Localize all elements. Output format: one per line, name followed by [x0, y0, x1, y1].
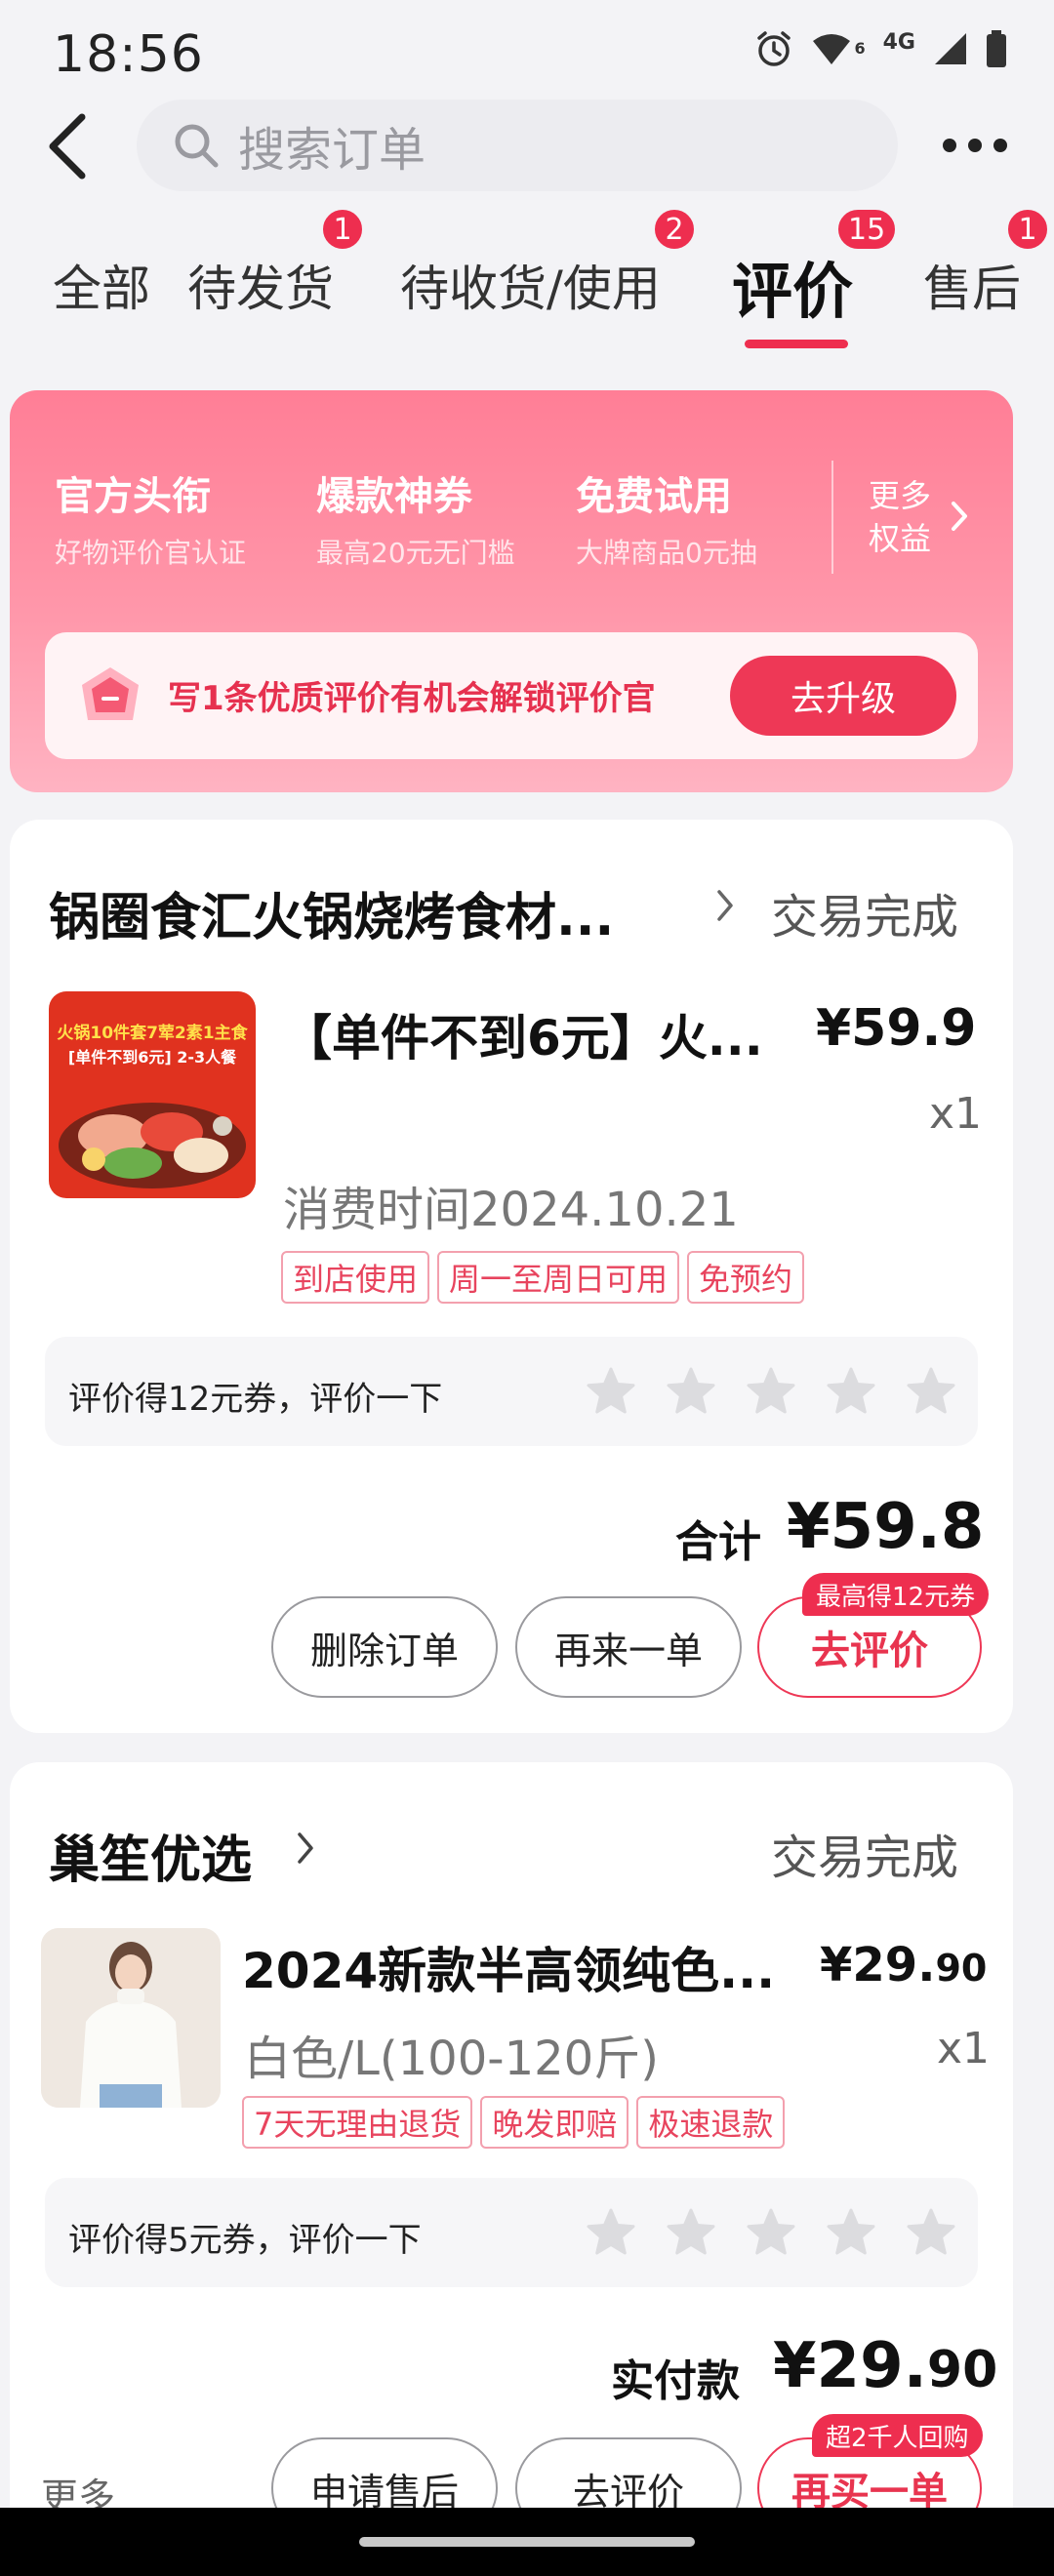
total-label: 实付款: [611, 2356, 740, 2406]
repurchase-badge: 超2千人回购: [812, 2414, 983, 2457]
alarm-icon: [757, 31, 791, 66]
tab-badge: 2: [652, 207, 697, 252]
upgrade-button[interactable]: 去升级: [730, 656, 956, 736]
chevron-left-icon: [49, 113, 86, 180]
benefit-title: 爆款神券: [316, 474, 472, 519]
dot-icon: [993, 139, 1007, 152]
benefit-title: 免费试用: [576, 474, 732, 519]
product-variant: 白色/L(100-120斤): [244, 2032, 659, 2086]
star-icon[interactable]: [666, 2207, 716, 2258]
image-headline: 火锅10件套7荤2素1主食: [57, 1024, 248, 1043]
back-button[interactable]: [43, 109, 92, 183]
product-price: ¥29.90: [820, 1938, 987, 1992]
product-image[interactable]: 火锅10件套7荤2素1主食 [单件不到6元] 2-3人餐: [49, 991, 256, 1198]
more-options-button[interactable]: [943, 121, 1007, 170]
status-time: 18:56: [53, 25, 204, 84]
network-label: 4G: [882, 29, 915, 55]
star-icon[interactable]: [906, 1366, 956, 1417]
dot-icon: [943, 139, 956, 152]
order-status: 交易完成: [771, 890, 959, 945]
product-image[interactable]: [41, 1928, 221, 2108]
product-quantity: x1: [929, 1089, 983, 1139]
star-icon[interactable]: [826, 2207, 876, 2258]
tab-to-receive[interactable]: 待收货/使用: [400, 250, 661, 320]
service-tag: 周一至周日可用: [437, 1251, 680, 1304]
tab-all[interactable]: 全部: [53, 250, 150, 320]
tab-badge: 1: [320, 207, 365, 252]
more-rights-line1: 更多: [869, 477, 932, 514]
search-icon: [175, 124, 219, 168]
total-main: ¥29.: [773, 2330, 927, 2402]
product-title[interactable]: 2024新款半高领纯色...: [242, 1932, 775, 2002]
search-input[interactable]: 搜索订单: [137, 100, 898, 191]
tab-active-indicator: [745, 340, 848, 348]
benefit-title: 官方头衔: [55, 474, 211, 519]
search-placeholder: 搜索订单: [238, 123, 426, 178]
benefit-subtitle: 最高20元无门槛: [316, 537, 515, 569]
battery-icon: [987, 30, 1006, 67]
tab-review[interactable]: 评价: [732, 242, 853, 330]
star-icon[interactable]: [906, 2207, 956, 2258]
chevron-right-icon: [298, 1832, 313, 1864]
price-decimal: 90: [935, 1947, 988, 1990]
product-price: ¥59.9: [816, 999, 977, 1058]
product-quantity: x1: [937, 2024, 991, 2073]
chevron-right-icon: [952, 502, 967, 531]
price-main: ¥29.: [820, 1938, 936, 1992]
star-icon[interactable]: [746, 2207, 796, 2258]
star-icon[interactable]: [826, 1366, 876, 1417]
rating-stars[interactable]: [586, 2207, 956, 2258]
delete-order-button[interactable]: 删除订单: [271, 1596, 498, 1698]
image-subline: [单件不到6元] 2-3人餐: [67, 1048, 237, 1067]
wifi-label: 6: [854, 39, 866, 58]
service-tags: 到店使用 周一至周日可用 免预约: [281, 1251, 805, 1304]
clothing-model-image: [41, 1928, 221, 2108]
tab-badge: 15: [835, 207, 899, 252]
upgrade-text: 写1条优质评价有机会解锁评价官: [168, 679, 656, 718]
star-icon[interactable]: [666, 1366, 716, 1417]
review-prompt: 评价得12元券，评价一下: [68, 1380, 443, 1419]
benefit-subtitle: 大牌商品0元抽: [576, 537, 757, 569]
total-amount: ¥59.8: [787, 1491, 985, 1563]
service-tags: 7天无理由退货 晚发即赔 极速退款: [242, 2096, 786, 2149]
store-name[interactable]: 巢笙优选: [49, 1819, 252, 1892]
benefit-subtitle: 好物评价官认证: [55, 537, 247, 569]
chevron-right-icon: [717, 890, 733, 921]
service-tag: 免预约: [687, 1251, 805, 1304]
service-tag: 晚发即赔: [480, 2096, 629, 2149]
total-label: 合计: [675, 1517, 761, 1567]
food-platter-image: [59, 1103, 246, 1188]
tab-badge: 1: [1005, 207, 1050, 252]
total-decimal: 90: [926, 2341, 998, 2399]
wifi-icon: [813, 34, 851, 64]
store-name[interactable]: 锅圈食汇火锅烧烤食材...: [49, 876, 614, 949]
dot-icon: [968, 139, 982, 152]
divider: [831, 461, 833, 574]
home-indicator[interactable]: [359, 2537, 695, 2547]
service-tag: 极速退款: [636, 2096, 786, 2149]
order-status: 交易完成: [771, 1831, 959, 1885]
more-rights-link[interactable]: 更多 权益: [869, 474, 931, 560]
more-rights-line2: 权益: [869, 520, 932, 557]
service-tag: 7天无理由退货: [242, 2096, 473, 2149]
review-prompt: 评价得5元券，评价一下: [68, 2221, 422, 2260]
star-icon[interactable]: [586, 1366, 636, 1417]
reorder-button[interactable]: 再来一单: [515, 1596, 742, 1698]
product-title[interactable]: 【单件不到6元】火...: [283, 999, 763, 1069]
tab-after-sales[interactable]: 售后: [923, 250, 1021, 320]
status-icons: 6 4G: [754, 29, 1007, 68]
reviewer-badge-icon: [82, 667, 139, 720]
service-tag: 到店使用: [281, 1251, 430, 1304]
tab-to-ship[interactable]: 待发货: [187, 250, 334, 320]
coupon-badge: 最高得12元券: [802, 1573, 990, 1616]
star-icon[interactable]: [746, 1366, 796, 1417]
total-amount: ¥29.90: [773, 2330, 997, 2402]
cell-signal-icon: [935, 33, 966, 64]
rating-stars[interactable]: [586, 1366, 956, 1417]
star-icon[interactable]: [586, 2207, 636, 2258]
consumption-time: 消费时间2024.10.21: [283, 1183, 739, 1237]
